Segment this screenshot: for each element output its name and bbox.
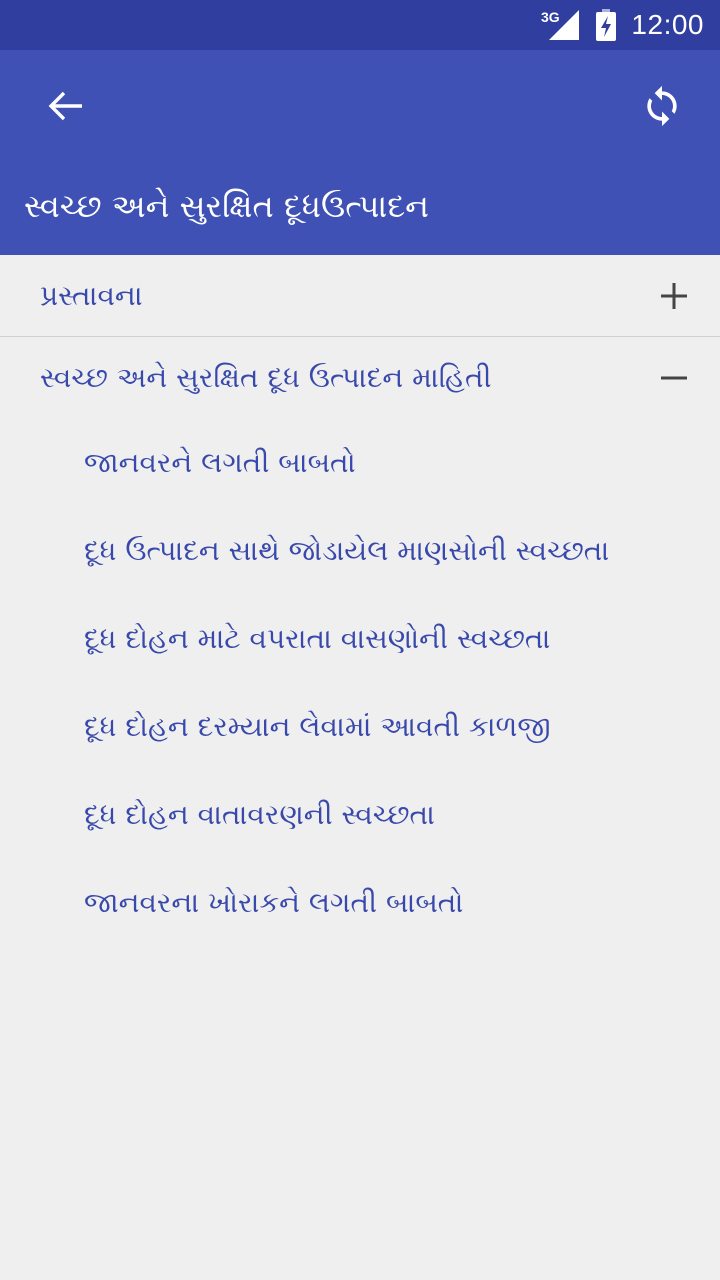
group-item-milk-info[interactable]: સ્વચ્છ અને સુરક્ષિત દૂધ ઉત્પાદન માહિતી <box>0 337 720 419</box>
refresh-button[interactable] <box>630 74 694 138</box>
status-icons: 3G 12:00 <box>541 0 704 50</box>
plus-icon <box>661 283 687 309</box>
group-label: પ્રસ્તાવના <box>40 278 143 312</box>
list-item[interactable]: જાનવરને લગતી બાબતો <box>0 419 720 507</box>
network-type-label: 3G <box>541 9 560 25</box>
list-item[interactable]: દૂધ ઉત્પાદન સાથે જોડાયેલ માણસોની સ્વચ્છત… <box>0 507 720 595</box>
arrow-back-icon <box>48 91 82 121</box>
back-button[interactable] <box>34 74 98 138</box>
minus-icon <box>661 376 687 380</box>
group-item-intro[interactable]: પ્રસ્તાવના <box>0 255 720 337</box>
battery-icon <box>596 9 617 41</box>
expandable-list: પ્રસ્તાવના સ્વચ્છ અને સુરક્ષિત દૂધ ઉત્પા… <box>0 255 720 947</box>
status-time: 12:00 <box>631 9 704 40</box>
list-item[interactable]: જાનવરના ખોરાકને લગતી બાબતો <box>0 859 720 947</box>
list-item[interactable]: દૂધ દોહન વાતાવરણની સ્વચ્છતા <box>0 771 720 859</box>
expand-toggle[interactable] <box>654 276 694 316</box>
status-bar: 3G 12:00 <box>0 0 720 50</box>
list-item[interactable]: દૂધ દોહન માટે વપરાતા વાસણોની સ્વચ્છતા <box>0 595 720 683</box>
collapse-toggle[interactable] <box>654 358 694 398</box>
app-bar: સ્વચ્છ અને સુરક્ષિત દૂધઉત્પાદન <box>0 50 720 255</box>
refresh-icon <box>647 85 677 127</box>
group-label: સ્વચ્છ અને સુરક્ષિત દૂધ ઉત્પાદન માહિતી <box>40 361 492 394</box>
page-title: સ્વચ્છ અને સુરક્ષિત દૂધઉત્પાદન <box>24 187 429 225</box>
signal-3g-icon: 3G <box>541 9 580 40</box>
group-children: જાનવરને લગતી બાબતો દૂધ ઉત્પાદન સાથે જોડા… <box>0 419 720 947</box>
list-item[interactable]: દૂધ દોહન દરમ્યાન લેવામાં આવતી કાળજી <box>0 683 720 771</box>
